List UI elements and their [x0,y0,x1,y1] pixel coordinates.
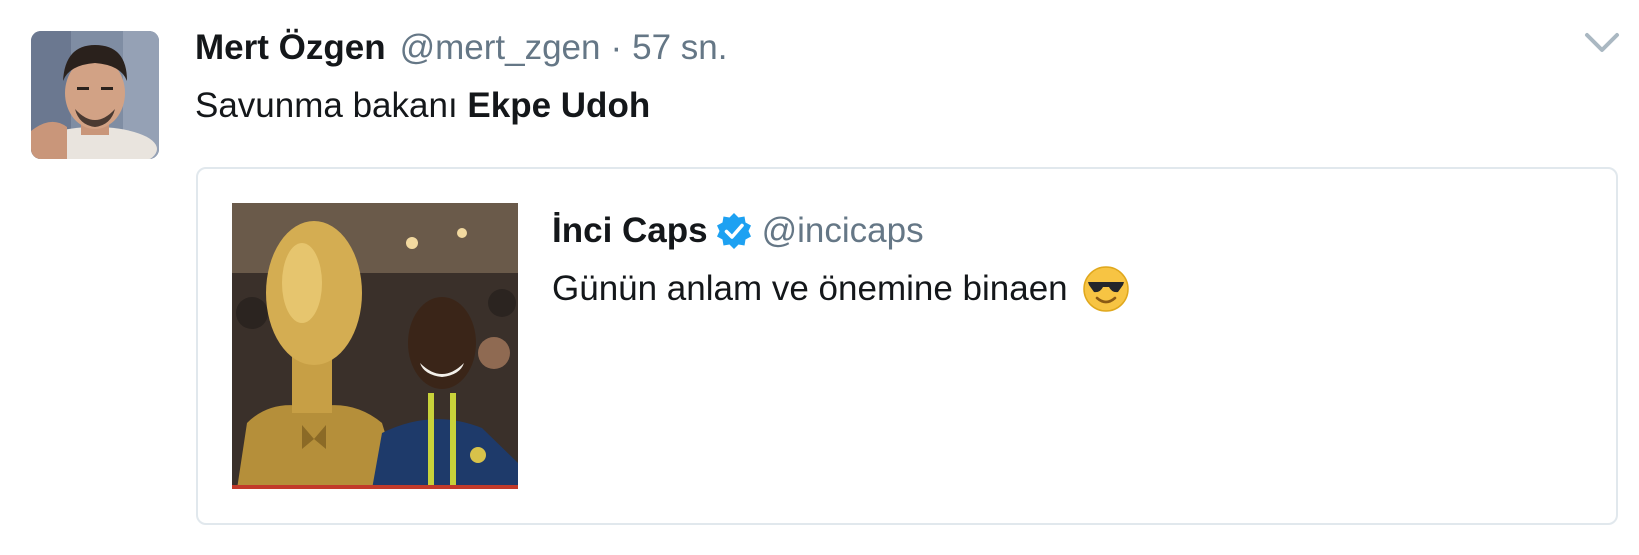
tweet-text-bold: Ekpe Udoh [467,86,651,125]
sunglasses-emoji-icon [1082,265,1130,313]
quoted-tweet-header: İnci Caps @incicaps [552,209,924,253]
author-handle[interactable]: @mert_zgen [400,26,601,70]
tweet-text: Savunma bakanı Ekpe Udoh [195,84,650,128]
verified-badge-icon [714,211,754,251]
quoted-tweet-card[interactable]: İnci Caps @incicaps Günün anlam ve önemi… [196,167,1618,525]
quoted-author-handle[interactable]: @incicaps [762,209,924,253]
quoted-tweet-image[interactable] [232,203,518,489]
avatar-image [31,31,159,159]
chevron-down-icon[interactable] [1584,30,1620,56]
author-name[interactable]: Mert Özgen [195,26,386,70]
separator-dot: · [610,28,623,67]
quoted-tweet-text: Günün anlam ve önemine binaen [552,269,1068,308]
tweet-header: Mert Özgen @mert_zgen · 57 sn. [195,26,728,70]
avatar[interactable] [31,31,159,159]
timestamp[interactable]: 57 sn. [632,26,727,70]
quoted-tweet-text-line: Günün anlam ve önemine binaen [552,264,1130,314]
tweet[interactable]: Mert Özgen @mert_zgen · 57 sn. Savunma b… [0,0,1639,555]
tweet-text-prefix: Savunma bakanı [195,86,468,125]
quoted-author-name[interactable]: İnci Caps [552,209,708,253]
